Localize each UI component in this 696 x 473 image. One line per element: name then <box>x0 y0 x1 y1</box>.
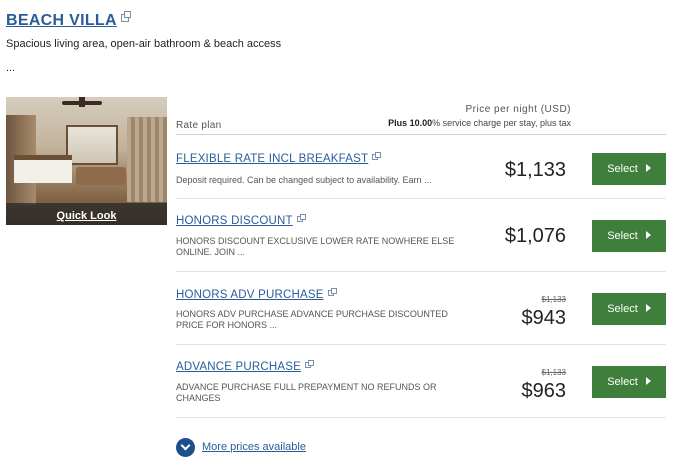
chevron-down-icon[interactable] <box>176 438 195 457</box>
room-title-text[interactable]: BEACH VILLA <box>6 12 117 29</box>
rate-price: $1,133 <box>504 159 566 181</box>
service-charge-percent: Plus 10.00 <box>388 118 433 128</box>
original-price: $1,133 <box>541 368 566 377</box>
photo-detail <box>66 125 118 165</box>
rate-price: $943 <box>521 307 567 329</box>
rate-description: HONORS ADV PURCHASE ADVANCE PURCHASE DIS… <box>176 309 448 330</box>
original-price: $1,133 <box>541 295 566 304</box>
more-prices-label[interactable]: More prices available <box>202 441 306 453</box>
arrow-right-icon <box>645 231 651 239</box>
arrow-right-icon <box>645 304 651 312</box>
rate-name-link[interactable]: FLEXIBLE RATE INCL BREAKFAST <box>176 152 382 165</box>
select-button[interactable]: Select <box>592 366 666 398</box>
arrow-right-icon <box>645 164 651 172</box>
select-button-label[interactable]: Select <box>607 303 638 315</box>
row-divider <box>176 417 666 418</box>
price-header: Price per night (USD) <box>465 104 571 115</box>
rate-description: HONORS DISCOUNT EXCLUSIVE LOWER RATE NOW… <box>176 236 455 257</box>
service-charge-text: % service charge per stay, plus tax <box>432 118 571 128</box>
rate-name-link[interactable]: ADVANCE PURCHASE <box>176 360 315 373</box>
rate-name-text[interactable]: HONORS ADV PURCHASE <box>176 289 324 301</box>
select-button-label[interactable]: Select <box>607 376 638 388</box>
select-button[interactable]: Select <box>592 220 666 252</box>
rate-plan-header: Rate plan <box>176 120 222 131</box>
rate-name-link[interactable]: HONORS DISCOUNT <box>176 214 306 227</box>
rate-row: HONORS DISCOUNT HONORS DISCOUNT EXCLUSIV… <box>176 199 666 272</box>
rate-row: ADVANCE PURCHASE ADVANCE PURCHASE FULL P… <box>176 345 666 418</box>
rate-row: HONORS ADV PURCHASE HONORS ADV PURCHASE … <box>176 272 666 345</box>
rate-description: ADVANCE PURCHASE FULL PREPAYMENT NO REFU… <box>176 382 437 403</box>
photo-detail <box>62 97 102 107</box>
description-ellipsis: ... <box>6 62 16 74</box>
arrow-right-icon <box>645 377 651 385</box>
rate-name-text[interactable]: ADVANCE PURCHASE <box>176 361 301 373</box>
select-button-label[interactable]: Select <box>607 163 638 175</box>
external-link-icon <box>327 288 337 296</box>
rate-name-text[interactable]: HONORS DISCOUNT <box>176 215 293 227</box>
external-link-icon <box>372 152 382 160</box>
external-link-icon <box>120 11 131 22</box>
rate-price: $963 <box>521 380 567 402</box>
service-charge-note: Plus 10.00% service charge per stay, plu… <box>388 118 571 128</box>
select-button[interactable]: Select <box>592 153 666 185</box>
select-button-label[interactable]: Select <box>607 230 638 242</box>
external-link-icon <box>305 360 315 368</box>
photo-detail <box>14 155 72 183</box>
room-description: Spacious living area, open-air bathroom … <box>6 38 282 50</box>
quick-look-link[interactable]: Quick Look <box>6 210 167 222</box>
rate-price: $1,076 <box>504 225 566 247</box>
photo-detail <box>76 167 126 185</box>
rate-description: Deposit required. Can be changed subject… <box>176 175 432 185</box>
rate-row: FLEXIBLE RATE INCL BREAKFAST Deposit req… <box>176 135 666 199</box>
rate-name-text[interactable]: FLEXIBLE RATE INCL BREAKFAST <box>176 153 368 165</box>
select-button[interactable]: Select <box>592 293 666 325</box>
rate-name-link[interactable]: HONORS ADV PURCHASE <box>176 288 337 301</box>
room-title[interactable]: BEACH VILLA <box>6 11 131 30</box>
photo-detail <box>127 117 167 202</box>
room-photo[interactable]: Quick Look <box>6 97 167 225</box>
external-link-icon <box>296 214 306 222</box>
